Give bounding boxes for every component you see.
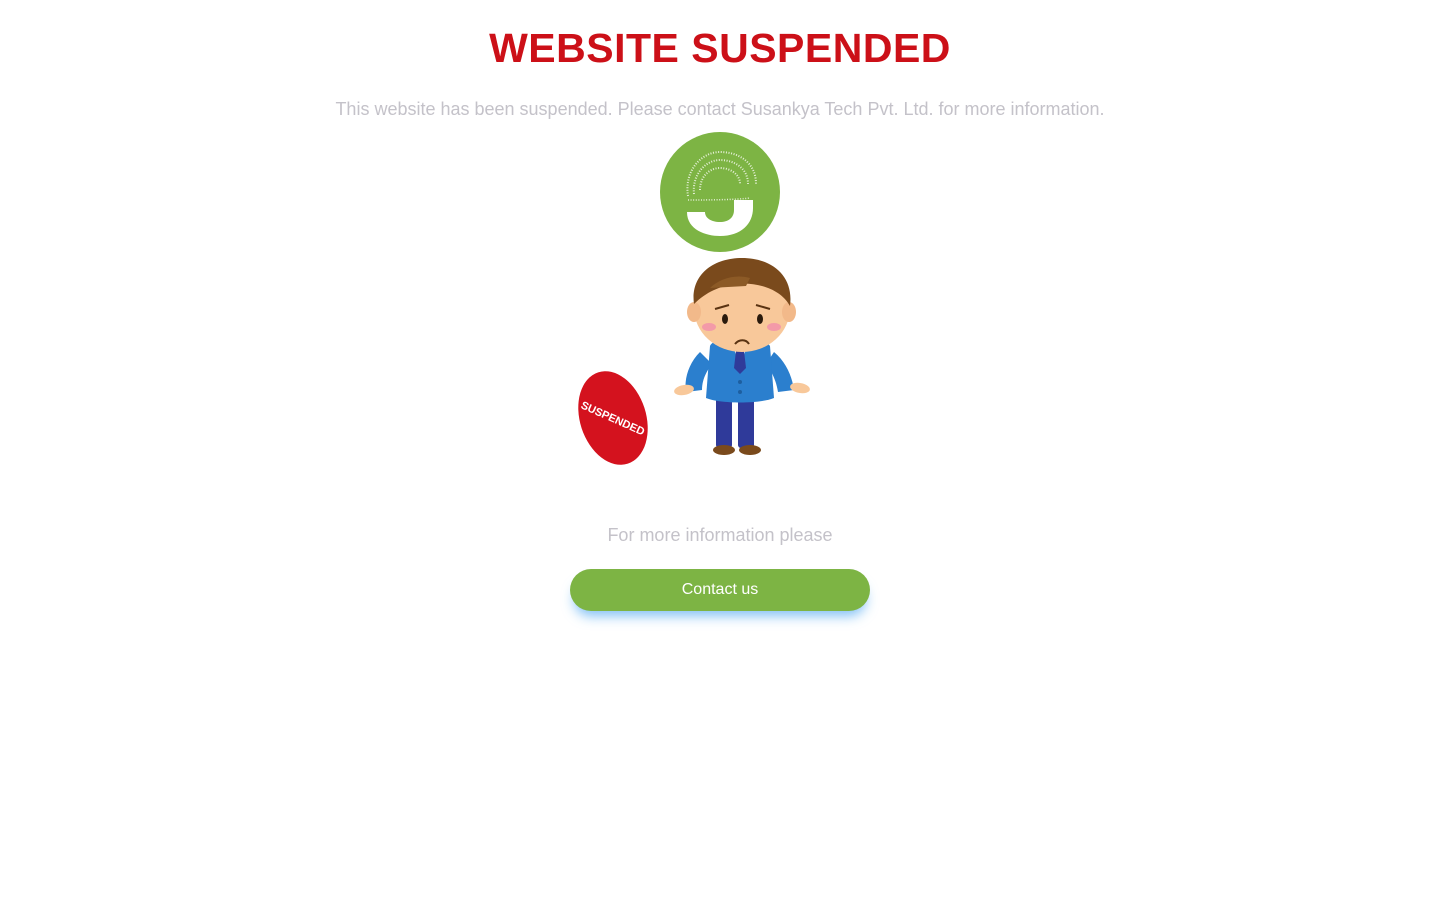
page-title: WEBSITE SUSPENDED — [489, 25, 951, 71]
susankya-logo-icon — [660, 132, 780, 252]
suspended-stamp-icon: SUSPENDED — [578, 371, 648, 465]
suspended-page: WEBSITE SUSPENDED This website has been … — [0, 0, 1440, 900]
confused-businessman-icon — [674, 258, 810, 455]
contact-us-button[interactable]: Contact us — [570, 569, 870, 611]
suspended-illustration: SUSPENDED — [578, 132, 810, 465]
suspension-message: This website has been suspended. Please … — [335, 99, 1105, 119]
more-info-text: For more information please — [607, 525, 833, 545]
